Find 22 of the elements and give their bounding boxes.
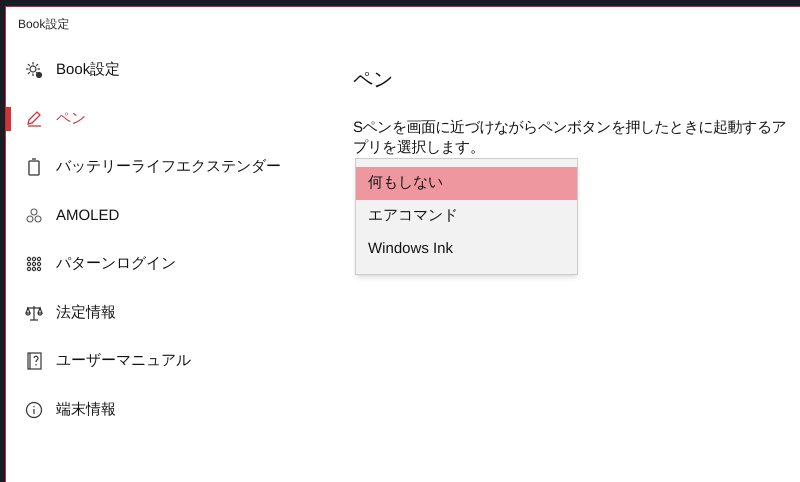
sidebar-item[interactable]: AMOLED — [56, 204, 120, 227]
gear-icon — [25, 61, 43, 80]
description-text: Sペンを画面に近づけながらペンボタンを押したときに起動するアプリを選択します。 — [353, 118, 788, 158]
scale-icon — [25, 304, 43, 321]
dropdown-option[interactable]: Windows Ink — [356, 233, 577, 266]
page-heading: ペン — [353, 68, 394, 93]
dropdown-option[interactable]: 何もしない — [356, 167, 577, 200]
sidebar-item[interactable]: ユーザーマニュアル — [56, 350, 191, 372]
window-title: Book設定 — [18, 16, 70, 33]
help-book-icon — [26, 352, 42, 370]
dropdown-option[interactable]: エアコマンド — [356, 200, 577, 233]
battery-icon — [28, 158, 40, 176]
info-icon — [25, 400, 43, 419]
sidebar-item[interactable]: 端末情報 — [56, 398, 116, 421]
circles-icon — [26, 208, 42, 224]
sidebar-item[interactable]: パターンログイン — [56, 253, 176, 276]
sidebar-item[interactable]: バッテリーライフエクステンダー — [56, 156, 281, 178]
sidebar-item[interactable]: 法定情報 — [56, 302, 116, 324]
pen-icon — [25, 110, 43, 128]
dot-grid-icon — [26, 256, 42, 272]
sidebar-item[interactable]: ペン — [56, 108, 86, 130]
sidebar-item[interactable]: Book設定 — [56, 59, 120, 82]
